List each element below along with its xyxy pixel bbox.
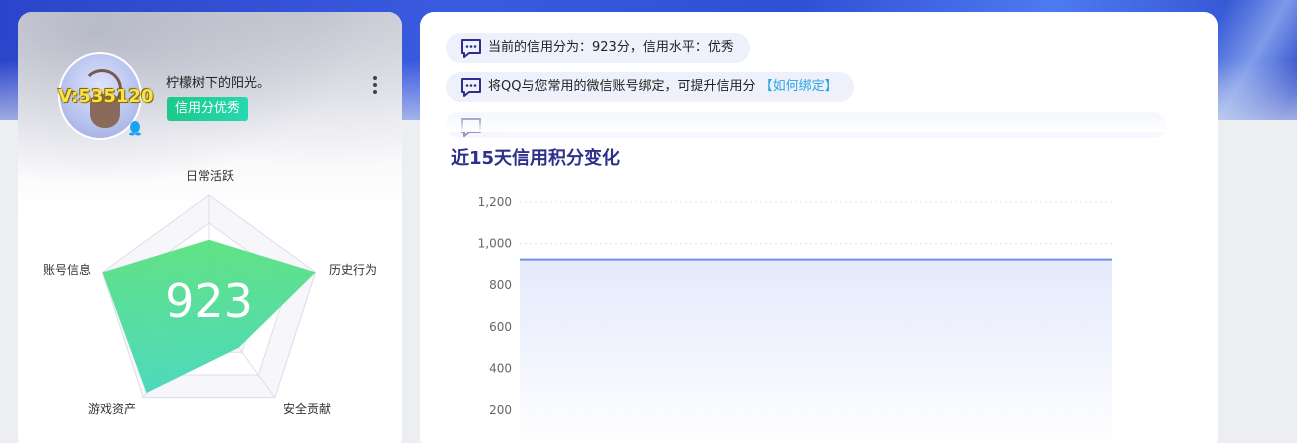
- y-tick-label: 1,200: [478, 195, 512, 209]
- y-tick-label: 600: [489, 320, 512, 334]
- chart-title: 近15天信用积分变化: [451, 148, 621, 169]
- profile-card: V:535120 柠檬树下的阳光。 信用分优秀 923 日常活跃 历史行为 安全…: [18, 12, 402, 443]
- username: 柠檬树下的阳光。: [166, 76, 271, 91]
- message-icon: [461, 78, 481, 97]
- chart-y-axis: 1,200 1,000 800 600 400 200: [478, 195, 512, 417]
- radar-label-history-behavior: 历史行为: [329, 263, 378, 277]
- notice-text: 将QQ与您常用的微信账号绑定，可提升信用分: [488, 79, 760, 94]
- credit-trend-chart: 1,200 1,000 800 600 400 200: [478, 195, 1112, 443]
- radar-label-daily-activity: 日常活跃: [186, 169, 235, 183]
- credit-score-value: 923: [165, 274, 253, 328]
- credit-level-badge: 信用分优秀: [167, 97, 249, 121]
- message-icon: [461, 39, 481, 58]
- more-options-icon[interactable]: [370, 74, 380, 96]
- radar-label-security-contribution: 安全贡献: [283, 402, 332, 416]
- notice-current-score: 当前的信用分为：923分，信用水平：优秀: [446, 33, 750, 63]
- y-tick-label: 200: [489, 403, 512, 417]
- how-to-bind-link[interactable]: 【如何绑定】: [760, 79, 838, 94]
- radar-label-game-assets: 游戏资产: [88, 402, 137, 416]
- chart-area-fill: [520, 259, 1112, 443]
- radar-label-account-info: 账号信息: [43, 263, 92, 277]
- y-tick-label: 400: [489, 361, 512, 375]
- qq-penguin-icon: [129, 121, 141, 136]
- radar-chart: 923: [101, 194, 317, 399]
- notice-text: 当前的信用分为：923分，信用水平：优秀: [488, 40, 734, 55]
- credit-detail-card: 当前的信用分为：923分，信用水平：优秀 将QQ与您常用的微信账号绑定，可提升信…: [420, 12, 1218, 443]
- y-tick-label: 800: [489, 278, 512, 292]
- vip-level: V:535120: [58, 86, 154, 107]
- notice-bind-wechat: 将QQ与您常用的微信账号绑定，可提升信用分 【如何绑定】: [446, 72, 854, 102]
- y-tick-label: 1,000: [478, 237, 512, 251]
